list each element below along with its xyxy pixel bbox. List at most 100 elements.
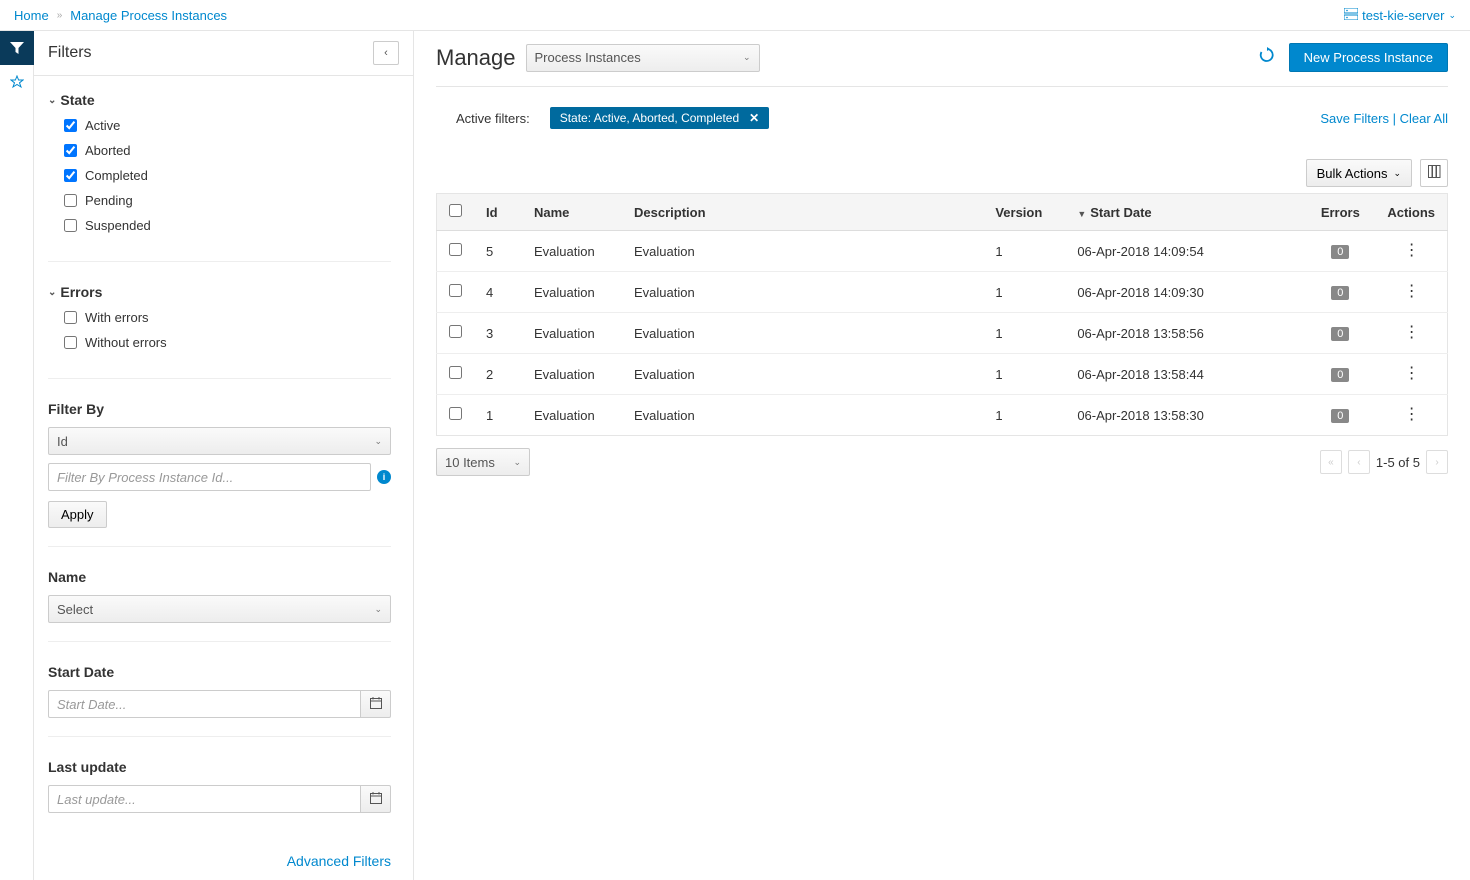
server-selector[interactable]: test-kie-server ⌄ <box>1344 8 1456 23</box>
error-badge: 0 <box>1331 409 1349 423</box>
cell-start: 06-Apr-2018 13:58:44 <box>1065 354 1305 395</box>
server-icon <box>1344 8 1358 23</box>
filterby-input[interactable] <box>48 463 371 491</box>
columns-config-button[interactable] <box>1420 159 1448 187</box>
column-errors[interactable]: Errors <box>1305 194 1375 231</box>
manage-selected: Process Instances <box>535 50 641 65</box>
select-all-checkbox[interactable] <box>449 204 462 217</box>
startdate-input[interactable] <box>48 690 361 718</box>
columns-icon <box>1428 165 1441 181</box>
table-row[interactable]: 5 Evaluation Evaluation 1 06-Apr-2018 14… <box>437 231 1448 272</box>
cell-desc: Evaluation <box>622 313 983 354</box>
filter-rail-button[interactable] <box>0 31 34 65</box>
collapse-filters-button[interactable]: ‹ <box>373 41 399 65</box>
errors-label: Errors <box>60 284 102 300</box>
page-info: 1-5 of 5 <box>1376 455 1420 470</box>
filter-chip-text: State: Active, Aborted, Completed <box>560 111 739 125</box>
errors-checkbox[interactable] <box>64 311 77 324</box>
row-actions-button[interactable]: ⋮ <box>1404 283 1419 300</box>
errors-checkbox[interactable] <box>64 336 77 349</box>
state-option-label: Completed <box>85 168 148 183</box>
cell-version: 1 <box>983 272 1065 313</box>
clear-all-link[interactable]: Clear All <box>1400 111 1448 126</box>
new-process-instance-button[interactable]: New Process Instance <box>1289 43 1448 72</box>
cell-version: 1 <box>983 395 1065 436</box>
apply-button[interactable]: Apply <box>48 501 107 528</box>
startdate-calendar-button[interactable] <box>361 690 391 718</box>
first-page-button[interactable]: « <box>1320 450 1342 474</box>
state-checkbox-suspended[interactable] <box>64 219 77 232</box>
lastupdate-input[interactable] <box>48 785 361 813</box>
save-filters-link[interactable]: Save Filters <box>1320 111 1389 126</box>
column-version[interactable]: Version <box>983 194 1065 231</box>
filterby-select[interactable]: Id ⌄ <box>48 427 391 455</box>
column-name[interactable]: Name <box>522 194 622 231</box>
refresh-button[interactable] <box>1259 47 1275 68</box>
advanced-filters-link[interactable]: Advanced Filters <box>48 853 391 869</box>
column-description[interactable]: Description <box>622 194 983 231</box>
lastupdate-calendar-button[interactable] <box>361 785 391 813</box>
manage-entity-select[interactable]: Process Instances ⌄ <box>526 44 760 72</box>
state-checkbox-pending[interactable] <box>64 194 77 207</box>
cell-name: Evaluation <box>522 272 622 313</box>
items-per-page-select[interactable]: 10 Items ⌄ <box>436 448 530 476</box>
prev-page-button[interactable]: ‹ <box>1348 450 1370 474</box>
server-name: test-kie-server <box>1362 8 1444 23</box>
name-select[interactable]: Select ⌄ <box>48 595 391 623</box>
page-title: Manage <box>436 45 516 71</box>
state-checkbox-active[interactable] <box>64 119 77 132</box>
content-header: Manage Process Instances ⌄ New Process I… <box>436 43 1448 87</box>
state-checkbox-completed[interactable] <box>64 169 77 182</box>
filter-section-startdate: Start Date <box>48 664 391 737</box>
chevron-down-icon: ⌄ <box>1448 10 1456 21</box>
column-start-date[interactable]: ▼Start Date <box>1065 194 1305 231</box>
chevron-down-icon: ⌄ <box>513 457 521 468</box>
filter-section-state: ⌄ State ActiveAbortedCompletedPendingSus… <box>48 92 391 262</box>
state-option: Suspended <box>64 218 391 233</box>
bulk-actions-button[interactable]: Bulk Actions ⌄ <box>1306 159 1412 187</box>
row-checkbox[interactable] <box>449 325 462 338</box>
next-page-button[interactable]: › <box>1426 450 1448 474</box>
row-actions-button[interactable]: ⋮ <box>1404 242 1419 259</box>
cell-desc: Evaluation <box>622 354 983 395</box>
chevron-down-icon: ⌄ <box>48 95 56 106</box>
chevron-down-icon: ⌄ <box>374 604 382 615</box>
table-row[interactable]: 2 Evaluation Evaluation 1 06-Apr-2018 13… <box>437 354 1448 395</box>
favorites-rail-button[interactable] <box>0 65 34 99</box>
cell-id: 1 <box>474 395 522 436</box>
state-option-label: Active <box>85 118 120 133</box>
cell-version: 1 <box>983 354 1065 395</box>
cell-start: 06-Apr-2018 14:09:30 <box>1065 272 1305 313</box>
active-filters-label: Active filters: <box>456 111 530 126</box>
table-row[interactable]: 1 Evaluation Evaluation 1 06-Apr-2018 13… <box>437 395 1448 436</box>
remove-filter-icon[interactable]: ✕ <box>749 111 759 125</box>
info-icon[interactable]: i <box>377 470 391 484</box>
filterby-selected: Id <box>57 434 68 449</box>
bulk-actions-label: Bulk Actions <box>1317 166 1388 181</box>
state-checkbox-aborted[interactable] <box>64 144 77 157</box>
column-id[interactable]: Id <box>474 194 522 231</box>
row-actions-button[interactable]: ⋮ <box>1404 365 1419 382</box>
filters-panel: Filters ‹ ⌄ State ActiveAbortedCompleted… <box>34 31 414 880</box>
row-checkbox[interactable] <box>449 243 462 256</box>
row-actions-button[interactable]: ⋮ <box>1404 406 1419 423</box>
row-checkbox[interactable] <box>449 407 462 420</box>
error-badge: 0 <box>1331 245 1349 259</box>
breadcrumb-current[interactable]: Manage Process Instances <box>70 8 227 23</box>
state-option: Active <box>64 118 391 133</box>
calendar-icon <box>370 792 382 807</box>
row-checkbox[interactable] <box>449 284 462 297</box>
cell-desc: Evaluation <box>622 395 983 436</box>
row-actions-button[interactable]: ⋮ <box>1404 324 1419 341</box>
state-section-toggle[interactable]: ⌄ State <box>48 92 391 108</box>
errors-section-toggle[interactable]: ⌄ Errors <box>48 284 391 300</box>
table-row[interactable]: 3 Evaluation Evaluation 1 06-Apr-2018 13… <box>437 313 1448 354</box>
pagination-row: 10 Items ⌄ « ‹ 1-5 of 5 › <box>436 448 1448 476</box>
chevron-down-icon: ⌄ <box>48 287 56 298</box>
state-option: Completed <box>64 168 391 183</box>
startdate-label: Start Date <box>48 664 391 680</box>
breadcrumb-home[interactable]: Home <box>14 8 49 23</box>
table-row[interactable]: 4 Evaluation Evaluation 1 06-Apr-2018 14… <box>437 272 1448 313</box>
cell-desc: Evaluation <box>622 272 983 313</box>
row-checkbox[interactable] <box>449 366 462 379</box>
